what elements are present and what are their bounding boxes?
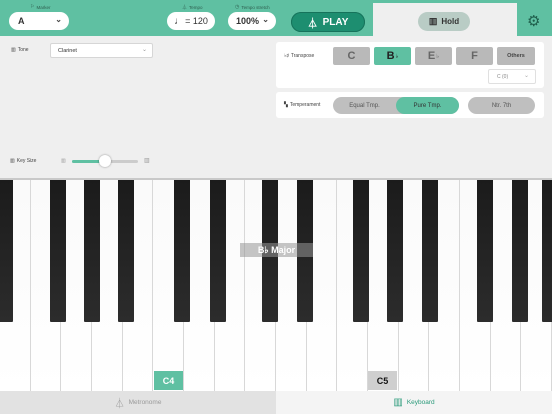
hold-button[interactable]: ▥ Hold: [418, 12, 470, 31]
transpose-key-f[interactable]: F: [456, 47, 493, 65]
chevron-down-icon: ⌄: [262, 15, 269, 24]
tempo-stretch-label: ◷ Tempo stretch: [235, 4, 270, 10]
chevron-down-icon: ⌄: [55, 15, 62, 24]
octave-select[interactable]: C (0) ⌄: [488, 69, 536, 84]
metronome-icon: ⏃: [114, 399, 125, 410]
bottom-tab-bar: ⏃ Metronome ▥ Keyboard: [0, 391, 552, 414]
transpose-key-b-flat[interactable]: B ♭: [374, 47, 411, 65]
black-key[interactable]: [542, 180, 552, 322]
transpose-label: ♭♯ Transpose: [284, 53, 315, 59]
black-key[interactable]: [174, 180, 190, 322]
large-keys-icon: ▥: [144, 158, 150, 164]
temperament-pure-option[interactable]: Pure Tmp.: [396, 97, 459, 114]
black-key[interactable]: [477, 180, 493, 322]
metronome-icon: ⏃: [307, 18, 318, 30]
tempo-field[interactable]: ♩ = 120: [167, 12, 215, 30]
waveform-icon: ▚: [284, 102, 288, 108]
scale-banner: B♭ Major: [240, 243, 313, 257]
transpose-key-e-flat[interactable]: E ♭: [415, 47, 452, 65]
black-key[interactable]: [210, 180, 226, 322]
temperament-label: ▚ Temperament: [284, 102, 321, 108]
gear-icon[interactable]: ⚙: [527, 12, 540, 30]
marker-select[interactable]: A ⌄: [9, 12, 69, 30]
key-label-c4: C4: [154, 371, 183, 390]
metronome-icon: ⏃: [182, 5, 188, 11]
keyboard-icon: ▥: [428, 16, 438, 26]
tempo-label: ⏃ Tempo: [182, 5, 203, 11]
chevron-down-icon: ⌄: [141, 47, 147, 53]
black-key[interactable]: [353, 180, 369, 322]
black-key[interactable]: [387, 180, 403, 322]
tone-label: ▥ Tone: [11, 47, 29, 53]
black-key[interactable]: [422, 180, 438, 322]
top-toolbar: ⚐ Marker A ⌄ ⏃ Tempo ♩ = 120 ◷ Tempo str…: [0, 0, 552, 36]
black-key[interactable]: [50, 180, 66, 322]
keyboard-icon: ▥: [393, 397, 403, 408]
black-key[interactable]: [84, 180, 100, 322]
instrument-icon: ▥: [11, 47, 16, 53]
transpose-key-c[interactable]: C: [333, 47, 370, 65]
play-button[interactable]: ⏃ PLAY: [291, 12, 365, 32]
tab-metronome[interactable]: ⏃ Metronome: [0, 391, 276, 414]
key-label-c5: C5: [368, 371, 397, 390]
key-size-slider-thumb[interactable]: [99, 155, 111, 167]
black-key[interactable]: [512, 180, 528, 322]
transpose-others-button[interactable]: Others: [497, 47, 535, 65]
tempo-stretch-select[interactable]: 100% ⌄: [228, 12, 276, 30]
chevron-down-icon: ⌄: [523, 73, 529, 79]
black-key[interactable]: [0, 180, 13, 322]
clock-icon: ◷: [235, 4, 240, 10]
natural-seventh-button[interactable]: Ntr. 7th: [468, 97, 535, 114]
key-size-label: ▥ Key Size: [10, 158, 37, 164]
black-key[interactable]: [118, 180, 134, 322]
keyboard-size-icon: ▥: [10, 158, 15, 164]
temperament-equal-option[interactable]: Equal Tmp.: [333, 97, 396, 114]
quarter-note-icon: ♩: [174, 15, 185, 27]
small-keys-icon: ▥: [61, 158, 66, 164]
marker-label: ⚐ Marker: [30, 4, 51, 10]
flag-icon: ⚐: [30, 4, 35, 10]
transpose-icon: ♭♯: [284, 53, 289, 59]
piano-keyboard[interactable]: [0, 178, 552, 391]
tab-keyboard[interactable]: ▥ Keyboard: [276, 391, 552, 414]
tone-select[interactable]: Clarinet ⌄: [50, 43, 153, 58]
